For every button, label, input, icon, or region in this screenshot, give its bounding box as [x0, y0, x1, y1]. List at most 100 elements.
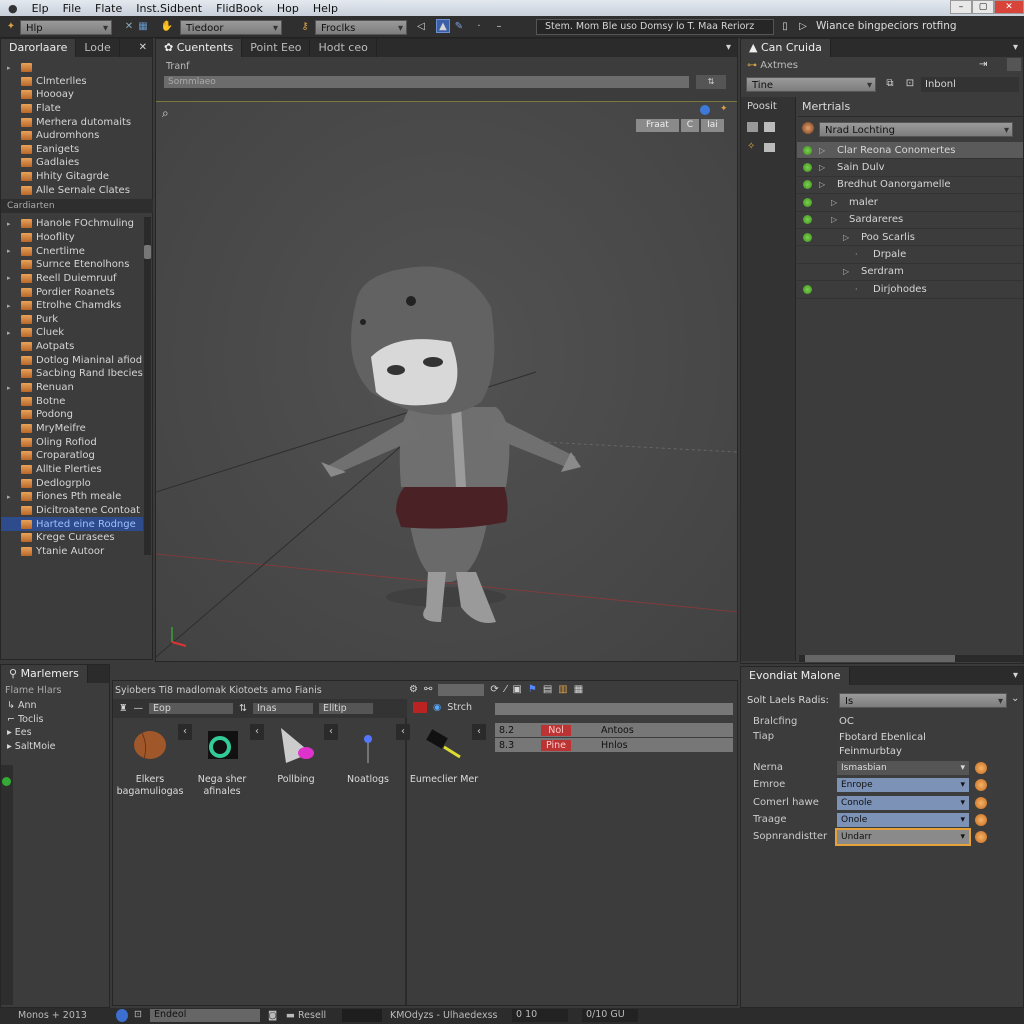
- refresh-icon[interactable]: ⟳: [490, 684, 498, 696]
- tab-can-cruida[interactable]: ▲ Can Cruida: [741, 39, 831, 57]
- chevron-down-icon[interactable]: ⌄: [1011, 693, 1019, 704]
- link-icon[interactable]: ⚯: [424, 684, 432, 696]
- expand-icon[interactable]: ▸: [7, 384, 11, 392]
- asset-item[interactable]: ‹ Nega sher afinales: [186, 722, 264, 798]
- tree-item[interactable]: Harted eine Rodnge: [1, 517, 143, 531]
- keyframe-icon[interactable]: [975, 779, 987, 792]
- tab-host[interactable]: Hodt ceo: [310, 39, 377, 57]
- mode-combo[interactable]: Tine: [746, 77, 876, 93]
- value-field[interactable]: 0/10 GU: [582, 1009, 638, 1022]
- material-node[interactable]: ▷ Serdram: [797, 264, 1023, 282]
- material-node[interactable]: ▷ Bredhut Oanorgamelle: [797, 177, 1023, 195]
- expand-icon[interactable]: ▷: [831, 198, 845, 207]
- tree-item[interactable]: MryMeifre: [1, 422, 143, 436]
- arrow-icon[interactable]: ◁: [414, 20, 428, 34]
- field-select[interactable]: Conole: [837, 795, 969, 810]
- toolbar-combo[interactable]: Tiedoor: [180, 20, 282, 36]
- tree-item[interactable]: Croparatlog: [1, 449, 143, 463]
- value-field[interactable]: 0 10: [512, 1009, 568, 1022]
- panel-menu-icon[interactable]: ▾: [1008, 667, 1023, 685]
- tree-item[interactable]: Aotpats: [1, 340, 143, 354]
- tree-item[interactable]: ▸ Cluek: [1, 326, 143, 340]
- export-icon[interactable]: ⇥: [979, 59, 987, 70]
- tree-item[interactable]: Eanigets: [1, 143, 153, 157]
- tree-item[interactable]: ▸ Etrolhe Chamdks: [1, 299, 143, 313]
- 3d-viewport[interactable]: ⌕ ✦ Fraat C Iai: [156, 101, 737, 661]
- list-item[interactable]: ▸ SaltMoie: [7, 740, 56, 754]
- material-node[interactable]: ▷ Clar Reona Conomertes: [797, 142, 1023, 160]
- name-field[interactable]: Inbonl: [921, 77, 1019, 92]
- expand-icon[interactable]: ▷: [843, 267, 857, 276]
- tree-item[interactable]: Surnce Etenolhons: [1, 258, 143, 272]
- tab-point[interactable]: Point Eeo: [242, 39, 311, 57]
- tree-item[interactable]: Gadlaies: [1, 156, 153, 170]
- close-button[interactable]: ✕: [994, 0, 1024, 14]
- material-node[interactable]: ▷ Sain Dulv: [797, 159, 1023, 177]
- table-row[interactable]: 8.2 Nol Antoos: [495, 723, 733, 737]
- tree-item[interactable]: Pordier Roanets: [1, 285, 143, 299]
- filter-icon[interactable]: ♜: [119, 703, 128, 714]
- list-item[interactable]: ⌐ Toclis: [7, 713, 56, 727]
- key-icon[interactable]: ⚷: [298, 20, 312, 34]
- field-select[interactable]: Onole: [837, 812, 969, 827]
- tree-item[interactable]: Krege Curasees: [1, 531, 143, 545]
- tree-item[interactable]: Ytanie Autoor: [1, 545, 143, 559]
- scrollbar[interactable]: [144, 217, 151, 555]
- minimize-button[interactable]: –: [950, 0, 972, 14]
- thumb-icon[interactable]: [764, 143, 775, 152]
- maximize-button[interactable]: ▢: [972, 0, 994, 14]
- flag-icon[interactable]: ⚑: [528, 684, 537, 696]
- visibility-icon[interactable]: [803, 197, 812, 207]
- transform-icon[interactable]: ✕: [122, 20, 136, 34]
- play-icon[interactable]: ▷: [796, 20, 810, 34]
- keyframe-icon[interactable]: [975, 796, 987, 809]
- expand-icon[interactable]: ▸: [7, 493, 11, 501]
- tree-item[interactable]: Alltie Plerties: [1, 463, 143, 477]
- tool-field[interactable]: [438, 684, 485, 696]
- reset-button[interactable]: ▬ Resell: [286, 1010, 326, 1021]
- select-icon[interactable]: ▲: [436, 19, 450, 33]
- tree-item[interactable]: Podong: [1, 408, 143, 422]
- keyframe-icon[interactable]: [975, 831, 987, 844]
- tab-contents[interactable]: ✿ Cuentents: [156, 39, 243, 57]
- material-node[interactable]: · Dirjohodes: [797, 281, 1023, 299]
- filter-field[interactable]: Inas: [253, 703, 313, 714]
- thumb-icon[interactable]: [747, 122, 758, 132]
- tree-item[interactable]: Purk: [1, 313, 143, 327]
- copy-icon[interactable]: ⧉: [883, 77, 897, 91]
- tree-item[interactable]: Dicitroatene Contoat: [1, 504, 143, 518]
- expand-icon[interactable]: ▸: [7, 247, 11, 255]
- horizontal-scrollbar[interactable]: [799, 655, 1023, 662]
- globe-icon[interactable]: ◉: [433, 702, 441, 713]
- wand-icon[interactable]: ✧: [747, 141, 755, 152]
- expand-icon[interactable]: ▷: [819, 163, 833, 172]
- field-select[interactable]: Ismasbian: [837, 761, 969, 775]
- lock-icon[interactable]: ⊡: [134, 1009, 142, 1020]
- panel-menu-icon[interactable]: ▾: [1008, 39, 1023, 57]
- tree-item[interactable]: ▸ Cnertlime: [1, 244, 143, 258]
- expand-icon[interactable]: ▸: [7, 64, 11, 72]
- visibility-icon[interactable]: [803, 180, 812, 190]
- frame-field[interactable]: [342, 1009, 382, 1022]
- brush-icon[interactable]: ⁄: [505, 684, 507, 696]
- asset-item[interactable]: ‹ Pollbing: [260, 722, 338, 786]
- menu-item[interactable]: Hop: [277, 2, 299, 15]
- tree-item[interactable]: Merhera dutomaits: [1, 115, 153, 129]
- field-select[interactable]: Undarr: [835, 828, 971, 847]
- search-input[interactable]: [495, 703, 733, 715]
- expand-icon[interactable]: ▸: [7, 302, 11, 310]
- expand-icon[interactable]: ▷: [819, 146, 833, 155]
- tree-item[interactable]: ▸ Reell Duiemruuf: [1, 272, 143, 286]
- filter-field[interactable]: Eop: [149, 703, 234, 714]
- tree-item[interactable]: Dedlogrplo: [1, 476, 143, 490]
- material-node[interactable]: · Drpale: [797, 246, 1023, 264]
- field-select[interactable]: Enrope: [837, 778, 969, 793]
- pen-icon[interactable]: ✎: [452, 20, 466, 34]
- image-icon[interactable]: ▣: [512, 684, 521, 696]
- visibility-icon[interactable]: [803, 215, 812, 225]
- status-input[interactable]: Endeol: [150, 1009, 260, 1022]
- camera-icon[interactable]: ◙: [268, 1010, 277, 1021]
- tree-item[interactable]: ▸ Renuan: [1, 381, 143, 395]
- tree-item[interactable]: Audromhons: [1, 129, 153, 143]
- tree-item[interactable]: Oling Rofiod: [1, 435, 143, 449]
